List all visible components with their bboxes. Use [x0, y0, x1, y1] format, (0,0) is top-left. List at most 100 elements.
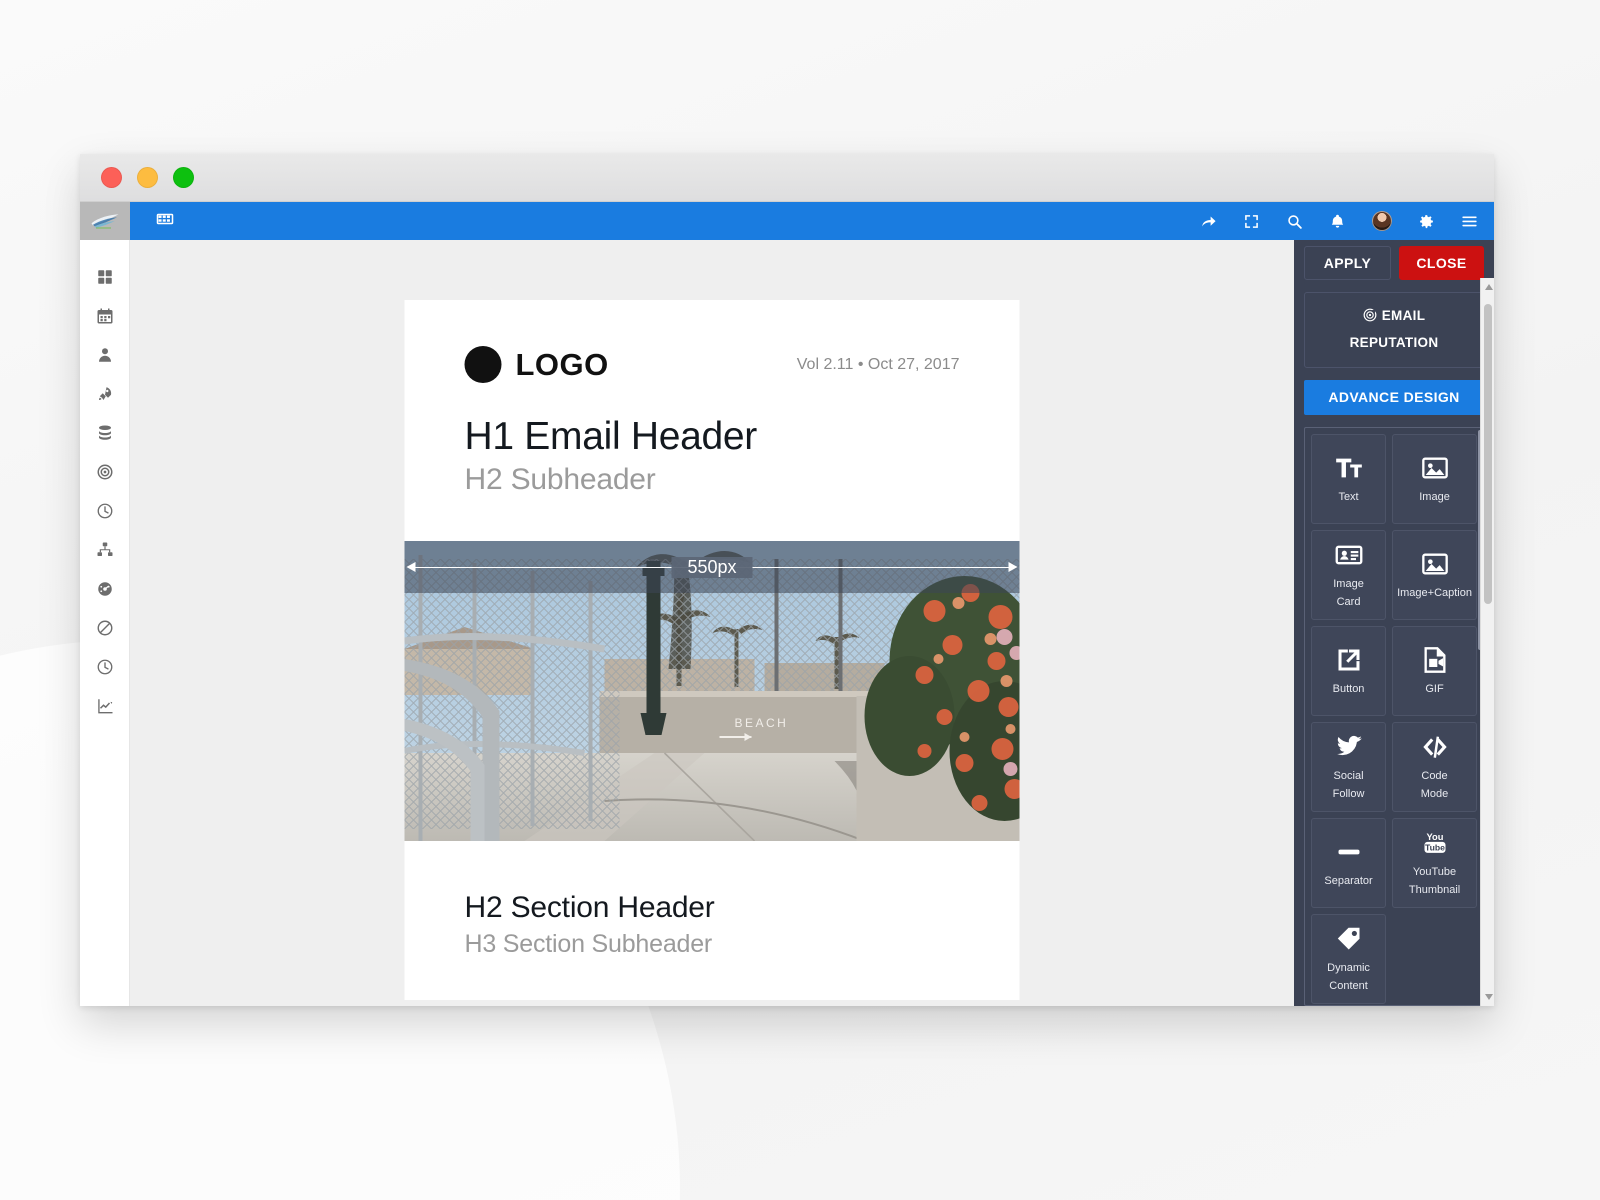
tool-label: GIF — [1425, 683, 1444, 696]
tool-image-card[interactable]: Image Card — [1311, 529, 1387, 620]
sidebar-item-contacts[interactable] — [94, 344, 116, 366]
tool-dynamic-content[interactable]: Dynamic Content — [1311, 913, 1387, 1004]
tool-label: Social Follow — [1332, 770, 1365, 800]
image-card-icon — [1335, 538, 1363, 572]
search-icon[interactable] — [1286, 213, 1303, 230]
share-arrow-icon[interactable] — [1200, 213, 1217, 230]
app-logo[interactable] — [80, 202, 130, 240]
logo-text: LOGO — [515, 346, 609, 382]
reputation-label-line1: EMAIL — [1381, 308, 1426, 323]
gear-icon[interactable] — [1418, 213, 1435, 230]
tool-gif[interactable]: GIF — [1392, 625, 1477, 716]
code-icon — [1421, 730, 1449, 764]
tool-social-follow[interactable]: Social Follow — [1311, 721, 1387, 812]
svg-text:BEACH: BEACH — [735, 716, 789, 730]
image-caption-icon — [1421, 547, 1449, 581]
email-h2-subheader[interactable]: H2 Subheader — [465, 463, 960, 497]
measure-arrow-left-icon — [406, 562, 416, 572]
window-minimize-button[interactable] — [137, 167, 158, 188]
window-close-button[interactable] — [101, 167, 122, 188]
sidebar-item-campaigns[interactable] — [94, 383, 116, 405]
sidebar-item-schedule[interactable] — [94, 500, 116, 522]
advance-design-button[interactable]: ADVANCE DESIGN — [1304, 379, 1484, 415]
grid-icon[interactable] — [156, 210, 174, 233]
email-volume-date: Vol 2.11 • Oct 27, 2017 — [796, 355, 960, 373]
measure-label: 550px — [671, 556, 753, 578]
work-area: LOGO Vol 2.11 • Oct 27, 2017 H1 Email He… — [130, 240, 1494, 1006]
app-body: LOGO Vol 2.11 • Oct 27, 2017 H1 Email He… — [80, 202, 1494, 1006]
email-reputation-button[interactable]: EMAIL REPUTATION — [1304, 292, 1484, 368]
browser-window: LOGO Vol 2.11 • Oct 27, 2017 H1 Email He… — [80, 154, 1494, 1006]
close-button[interactable]: CLOSE — [1399, 246, 1484, 280]
tool-label: Dynamic Content — [1327, 962, 1370, 992]
sidebar-item-performance[interactable] — [94, 578, 116, 600]
apply-button[interactable]: APPLY — [1304, 246, 1391, 280]
tools-scroll-region[interactable]: Text Image Image Card Image+Caption Butt… — [1304, 426, 1484, 1006]
button-icon — [1335, 643, 1363, 677]
email-section-h2[interactable]: H2 Section Header — [465, 891, 960, 925]
sidebar-item-data[interactable] — [94, 422, 116, 444]
email-preview: LOGO Vol 2.11 • Oct 27, 2017 H1 Email He… — [404, 300, 1020, 1000]
hamburger-icon[interactable] — [1461, 213, 1478, 230]
window-scrollbar[interactable] — [1480, 278, 1494, 1006]
tool-label: Text — [1338, 491, 1359, 504]
sidebar-icon-list — [94, 240, 116, 717]
email-header-block: LOGO Vol 2.11 • Oct 27, 2017 H1 Email He… — [405, 300, 1020, 497]
left-sidebar — [80, 202, 130, 1006]
tool-image[interactable]: Image — [1392, 433, 1477, 524]
main-column: LOGO Vol 2.11 • Oct 27, 2017 H1 Email He… — [130, 202, 1494, 1006]
email-top-row: LOGO Vol 2.11 • Oct 27, 2017 — [464, 346, 960, 383]
scrollbar-thumb[interactable] — [1484, 304, 1492, 604]
scroll-up-arrow-icon[interactable] — [1485, 284, 1493, 290]
logo-circle-icon — [464, 346, 502, 383]
email-section-h3[interactable]: H3 Section Subheader — [465, 930, 960, 959]
twitter-icon — [1335, 730, 1363, 764]
image-icon — [1421, 451, 1449, 485]
avatar[interactable] — [1372, 211, 1392, 231]
reputation-target-icon — [1363, 306, 1377, 331]
right-panel: APPLY CLOSE EMAIL REPUTATION ADVANCE DES… — [1294, 240, 1494, 1006]
tool-label: Image Card — [1333, 578, 1364, 608]
tag-icon — [1335, 922, 1363, 956]
separator-icon — [1335, 835, 1363, 869]
tools-grid: Text Image Image Card Image+Caption Butt… — [1311, 433, 1477, 1004]
measure-arrow-right-icon — [1008, 562, 1018, 572]
sidebar-item-workflows[interactable] — [94, 539, 116, 561]
tool-label: Code Mode — [1420, 770, 1449, 800]
sidebar-item-dashboard[interactable] — [94, 266, 116, 288]
email-h1[interactable]: H1 Email Header — [465, 415, 960, 459]
youtube-icon: You Tube — [1421, 826, 1449, 860]
email-hero-image[interactable]: BEACH 550px — [404, 541, 1020, 841]
tool-label: Button — [1332, 683, 1365, 696]
screen: LOGO Vol 2.11 • Oct 27, 2017 H1 Email He… — [0, 0, 1600, 1200]
window-titlebar — [80, 154, 1494, 202]
svg-text:You: You — [1426, 833, 1443, 843]
sidebar-item-targeting[interactable] — [94, 461, 116, 483]
window-maximize-button[interactable] — [173, 167, 194, 188]
tool-separator[interactable]: Separator — [1311, 817, 1387, 908]
reputation-label-line2: REPUTATION — [1349, 334, 1439, 350]
tool-code-mode[interactable]: Code Mode — [1392, 721, 1477, 812]
fullscreen-icon[interactable] — [1243, 213, 1260, 230]
tool-button[interactable]: Button — [1311, 625, 1387, 716]
gif-icon — [1421, 643, 1449, 677]
tool-label: Separator — [1324, 875, 1373, 888]
sidebar-item-suppression[interactable] — [94, 617, 116, 639]
tool-label: Image — [1419, 491, 1450, 504]
sidebar-item-history[interactable] — [94, 656, 116, 678]
tool-image-caption[interactable]: Image+Caption — [1392, 529, 1477, 620]
email-canvas[interactable]: LOGO Vol 2.11 • Oct 27, 2017 H1 Email He… — [130, 240, 1294, 1006]
scroll-down-arrow-icon[interactable] — [1485, 994, 1493, 1000]
email-section-block: H2 Section Header H3 Section Subheader — [405, 841, 1020, 959]
tool-text[interactable]: Text — [1311, 433, 1387, 524]
bell-icon[interactable] — [1329, 213, 1346, 230]
text-icon — [1335, 451, 1363, 485]
email-logo[interactable]: LOGO — [464, 346, 609, 383]
tool-label: YouTube Thumbnail — [1408, 866, 1461, 896]
tool-youtube-thumbnail[interactable]: You Tube YouTube Thumbnail — [1392, 817, 1477, 908]
width-measurement-overlay: 550px — [404, 541, 1020, 593]
top-toolbar — [130, 202, 1494, 240]
sidebar-item-calendar[interactable] — [94, 305, 116, 327]
sidebar-item-reports[interactable] — [94, 695, 116, 717]
svg-text:Tube: Tube — [1425, 843, 1445, 853]
